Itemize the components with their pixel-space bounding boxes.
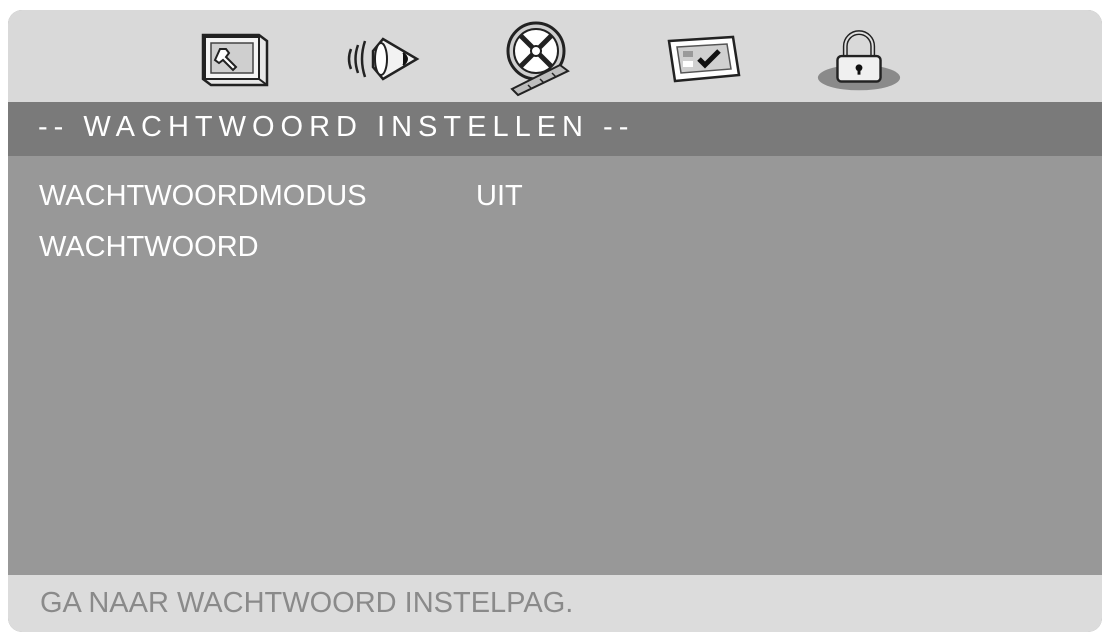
page-title: -- WACHTWOORD INSTELLEN -- (38, 111, 635, 143)
setting-password-mode-value[interactable]: UIT (476, 180, 523, 213)
tab-video-setup[interactable] (493, 18, 583, 100)
tab-audio-setup[interactable] (340, 18, 430, 100)
tab-preference-setup[interactable] (658, 18, 748, 100)
osd-menu-panel: -- WACHTWOORD INSTELLEN -- WACHTWOORDMOD… (8, 10, 1102, 632)
page-title-bar: -- WACHTWOORD INSTELLEN -- (8, 102, 1102, 156)
password-lock-icon (817, 30, 901, 91)
audio-setup-icon (347, 37, 420, 81)
tab-password[interactable] (814, 18, 904, 100)
general-setup-icon (201, 33, 269, 87)
setup-icon-bar (8, 10, 1102, 102)
setting-password-label[interactable]: WACHTWOORD (39, 231, 259, 264)
status-hint-text: GA NAAR WACHTWOORD INSTELPAG. (40, 587, 574, 619)
preference-setup-icon (667, 35, 741, 83)
setting-password-mode-label[interactable]: WACHTWOORDMODUS (39, 180, 367, 213)
video-setup-icon (506, 21, 570, 97)
tab-general-setup[interactable] (188, 18, 278, 100)
status-bar: GA NAAR WACHTWOORD INSTELPAG. (8, 575, 1102, 632)
